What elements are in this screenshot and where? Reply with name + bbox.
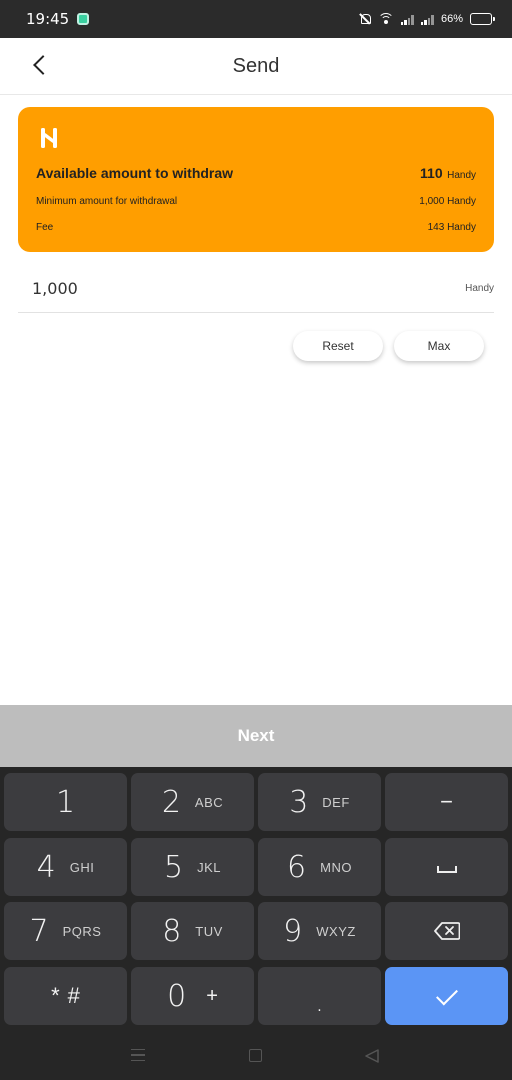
available-value: 110 [420, 165, 443, 181]
key-8[interactable]: 8 TUV [131, 902, 254, 960]
battery-icon [470, 13, 495, 25]
key-digit: 1 [55, 784, 76, 820]
key-digit: 9 [283, 913, 303, 949]
key-hash: # [67, 983, 80, 1008]
key-digit: 8 [162, 913, 182, 949]
key-letters: WXYZ [316, 923, 356, 939]
key-digit: 3 [289, 784, 309, 820]
key-digit: 2 [161, 784, 181, 820]
signal-icon [400, 14, 414, 25]
key-dot[interactable]: . [258, 967, 381, 1025]
key-plus: + [206, 984, 218, 1007]
chevron-left-icon[interactable] [33, 55, 53, 75]
page-title: Send [232, 54, 280, 77]
available-label: Available amount to withdraw [36, 165, 234, 181]
key-digit: . [315, 984, 324, 1018]
key-backspace[interactable] [385, 902, 508, 960]
menu-icon[interactable] [131, 1049, 145, 1061]
fee-row: Fee 143 Handy [36, 222, 476, 233]
key-letters: PQRS [62, 923, 102, 939]
available-amount: 110 Handy [420, 165, 476, 183]
minimum-value: 1,000 Handy [419, 196, 476, 207]
amount-input[interactable]: 1,000 Handy [18, 265, 494, 313]
key-3[interactable]: 3 DEF [258, 773, 381, 831]
available-unit: Handy [447, 170, 476, 181]
key-minus-label: − [440, 789, 453, 814]
key-star: * [51, 983, 60, 1008]
app-header: Send [0, 38, 512, 95]
amount-unit: Handy [465, 283, 494, 294]
minimum-label: Minimum amount for withdrawal [36, 196, 178, 207]
key-enter[interactable] [385, 967, 508, 1025]
key-letters: MNO [320, 859, 352, 875]
key-digit: 7 [29, 913, 49, 949]
key-letters: DEF [322, 794, 350, 810]
space-icon [436, 865, 457, 873]
key-digit: 5 [164, 849, 184, 885]
key-star-hash[interactable]: * # [4, 967, 127, 1025]
key-letters: GHI [69, 859, 95, 875]
mute-icon [359, 13, 371, 25]
key-minus[interactable]: − [385, 773, 508, 831]
key-6[interactable]: 6 MNO [258, 838, 381, 896]
max-button[interactable]: Max [394, 331, 484, 361]
key-1[interactable]: 1 [4, 773, 127, 831]
status-icons: 66% [359, 13, 495, 25]
status-time: 19:45 [26, 10, 70, 28]
key-0[interactable]: 0 + [131, 967, 254, 1025]
key-letters: TUV [195, 923, 223, 939]
fee-label: Fee [36, 222, 54, 233]
next-button[interactable]: Next [0, 705, 512, 767]
back-triangle-icon[interactable] [364, 1049, 380, 1063]
minimum-row: Minimum amount for withdrawal 1,000 Hand… [36, 196, 476, 207]
notification-app-icon [77, 13, 90, 25]
key-digit: 6 [287, 849, 307, 885]
fee-value: 143 Handy [427, 222, 476, 233]
battery-percent: 66% [440, 13, 463, 25]
key-digit: 4 [36, 849, 56, 885]
key-9[interactable]: 9 WXYZ [258, 902, 381, 960]
check-icon [435, 983, 458, 1005]
wifi-icon [377, 13, 394, 25]
key-letters: ABC [194, 794, 224, 810]
status-bar: 19:45 66% [0, 0, 512, 38]
backspace-icon [433, 922, 460, 940]
key-5[interactable]: 5 JKL [131, 838, 254, 896]
key-4[interactable]: 4 GHI [4, 838, 127, 896]
amount-value[interactable]: 1,000 [32, 279, 78, 298]
key-7[interactable]: 7 PQRS [4, 902, 127, 960]
available-row: Available amount to withdraw 110 Handy [36, 165, 476, 183]
signal-icon-2 [420, 14, 434, 25]
reset-button[interactable]: Reset [293, 331, 383, 361]
key-space[interactable] [385, 838, 508, 896]
key-2[interactable]: 2 ABC [131, 773, 254, 831]
key-digit: 0 [167, 978, 187, 1014]
key-letters: JKL [197, 859, 221, 875]
home-icon[interactable] [249, 1049, 262, 1062]
handy-logo-icon [41, 128, 57, 148]
